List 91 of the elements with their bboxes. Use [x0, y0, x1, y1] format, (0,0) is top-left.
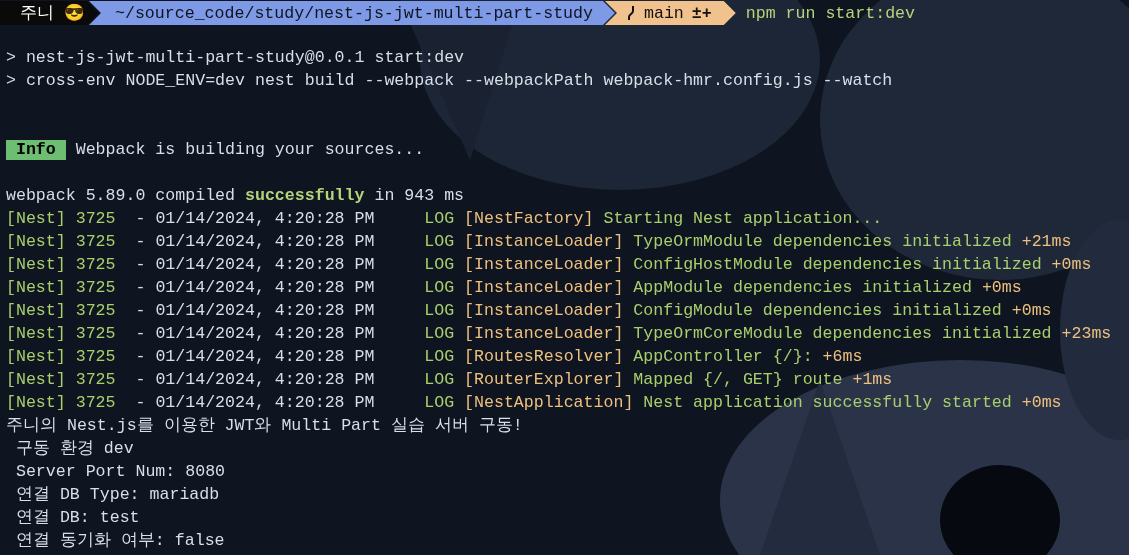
status-text: successfully — [245, 185, 365, 207]
emoji-icon: 😎 — [64, 1, 85, 25]
log-pid: 3725 — [75, 392, 116, 414]
log-prefix: [Nest] — [6, 300, 66, 322]
output-text: webpack 5.89.0 compiled — [6, 185, 236, 207]
log-level: LOG — [424, 392, 455, 414]
log-dash: - — [135, 369, 146, 391]
log-prefix: [Nest] — [6, 208, 66, 230]
log-timing: +21ms — [1021, 231, 1072, 253]
log-level: LOG — [424, 208, 455, 230]
log-pid: 3725 — [75, 208, 116, 230]
output-line: Server Port Num: 8080 — [15, 461, 226, 483]
log-timestamp: 01/14/2024, 4:20:28 PM — [155, 323, 375, 345]
log-prefix: [Nest] — [6, 277, 66, 299]
log-pid: 3725 — [75, 231, 116, 253]
log-timestamp: 01/14/2024, 4:20:28 PM — [155, 277, 375, 299]
log-timestamp: 01/14/2024, 4:20:28 PM — [155, 392, 375, 414]
user-name: 주니 — [20, 2, 54, 25]
log-dash: - — [135, 231, 146, 253]
log-timing: +0ms — [981, 277, 1022, 299]
log-level: LOG — [424, 277, 455, 299]
log-dash: - — [135, 346, 146, 368]
path-segment: ~/source_code/study/nest-js-jwt-multi-part-study — [89, 1, 615, 25]
branch-status: ±+ — [691, 2, 712, 25]
log-timing: +23ms — [1061, 323, 1112, 345]
log-dash: - — [135, 323, 146, 345]
log-prefix: [Nest] — [6, 254, 66, 276]
log-dash: - — [135, 392, 146, 414]
log-timestamp: 01/14/2024, 4:20:28 PM — [155, 346, 375, 368]
log-context: [NestFactory] — [464, 208, 594, 230]
output-line: 연결 DB Type: mariadb — [15, 484, 220, 506]
log-message: ConfigHostModule dependencies initialized — [633, 254, 1042, 276]
log-context: [InstanceLoader] — [464, 277, 624, 299]
log-context: [NestApplication] — [464, 392, 634, 414]
log-message: AppController {/}: — [633, 346, 813, 368]
output-line: 연결 DB: test — [15, 507, 140, 529]
log-timestamp: 01/14/2024, 4:20:28 PM — [155, 369, 375, 391]
log-timestamp: 01/14/2024, 4:20:28 PM — [155, 231, 375, 253]
log-prefix: [Nest] — [6, 346, 66, 368]
log-dash: - — [135, 277, 146, 299]
log-timestamp: 01/14/2024, 4:20:28 PM — [155, 254, 375, 276]
log-level: LOG — [424, 369, 455, 391]
log-pid: 3725 — [75, 300, 116, 322]
log-timestamp: 01/14/2024, 4:20:28 PM — [155, 300, 375, 322]
log-context: [RouterExplorer] — [464, 369, 624, 391]
log-timing: +0ms — [1021, 392, 1062, 414]
log-message: TypeOrmModule dependencies initialized — [633, 231, 1012, 253]
log-dash: - — [135, 300, 146, 322]
branch-name: main — [644, 2, 684, 25]
output-line: > cross-env NODE_ENV=dev nest build --webpack --webpackPath webpack-hmr.config.js --watch — [6, 70, 893, 92]
log-pid: 3725 — [75, 369, 116, 391]
output-line: Webpack is building your sources... — [75, 139, 425, 161]
log-message: TypeOrmCoreModule dependencies initialized — [633, 323, 1052, 345]
log-timestamp: 01/14/2024, 4:20:28 PM — [155, 208, 375, 230]
log-pid: 3725 — [75, 346, 116, 368]
log-timing: +6ms — [822, 346, 863, 368]
log-timing: +0ms — [1051, 254, 1092, 276]
log-context: [InstanceLoader] — [464, 323, 624, 345]
log-context: [RoutesResolver] — [464, 346, 624, 368]
log-prefix: [Nest] — [6, 323, 66, 345]
log-context: [InstanceLoader] — [464, 300, 624, 322]
output-line: 주니의 Nest.js를 이용한 JWT와 Multi Part 실습 서버 구동! — [6, 415, 523, 437]
log-prefix: [Nest] — [6, 369, 66, 391]
log-message: Nest application successfully started — [643, 392, 1012, 414]
log-message: Starting Nest application... — [603, 208, 883, 230]
log-pid: 3725 — [75, 254, 116, 276]
log-context: [InstanceLoader] — [464, 231, 624, 253]
log-level: LOG — [424, 231, 455, 253]
output-line: 연결 동기화 여부: false — [15, 530, 225, 552]
log-timing: +0ms — [1011, 300, 1052, 322]
log-prefix: [Nest] — [6, 231, 66, 253]
log-message: ConfigModule dependencies initialized — [633, 300, 1002, 322]
log-pid: 3725 — [75, 277, 116, 299]
output-line: > nest-js-jwt-multi-part-study@0.0.1 start:dev — [6, 47, 465, 69]
log-level: LOG — [424, 254, 455, 276]
branch-icon — [627, 5, 636, 21]
log-pid: 3725 — [75, 323, 116, 345]
output-line: 구동 환경 dev — [15, 438, 134, 460]
log-dash: - — [135, 254, 146, 276]
info-badge: Info — [6, 139, 66, 160]
log-prefix: [Nest] — [6, 392, 66, 414]
log-level: LOG — [424, 300, 455, 322]
log-message: Mapped {/, GET} route — [633, 369, 843, 391]
log-dash: - — [135, 208, 146, 230]
output-text: in 943 ms — [374, 185, 465, 207]
log-message: AppModule dependencies initialized — [633, 277, 972, 299]
log-context: [InstanceLoader] — [464, 254, 624, 276]
log-level: LOG — [424, 323, 455, 345]
log-level: LOG — [424, 346, 455, 368]
command-text: npm run start:dev — [745, 2, 916, 25]
log-timing: +1ms — [852, 369, 893, 391]
